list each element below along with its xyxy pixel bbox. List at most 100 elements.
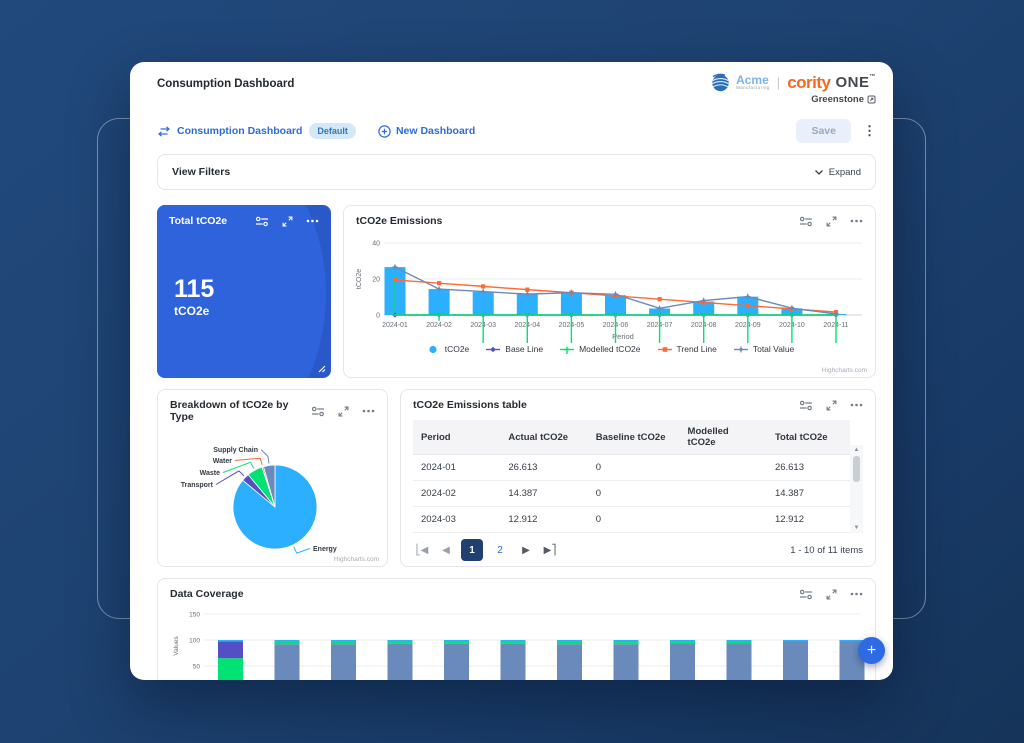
table-pagination: ⎣◀ ◀ 1 2 ▶ ▶⎤ 1 - 10 of 11 items [413,539,863,561]
expand-widget-icon[interactable] [826,216,837,227]
new-dashboard-label: New Dashboard [395,125,476,137]
svg-text:50: 50 [193,664,201,671]
page-title: Consumption Dashboard [157,78,295,90]
acme-logo-subtext: Manufacturing [736,85,770,91]
svg-text:Values: Values [173,636,180,656]
coverage-panel-title: Data Coverage [170,588,244,600]
kpi-unit: tCO2e [174,304,210,318]
resize-handle-icon[interactable] [318,365,326,373]
add-widget-fab[interactable]: + [858,637,885,664]
table-row: 2024-01 26.613 0 26.613 [413,454,850,481]
column-header: Baseline tCO2e [587,420,680,455]
svg-text:Water: Water [213,458,232,465]
emissions-chart: 02040tCO2e2024-01 2024-02 2024-03 2024-04 20… [356,241,862,343]
widget-settings-icon[interactable] [799,216,813,227]
coverage-chart: 150 100 50 Values [173,612,865,680]
next-page-button[interactable]: ▶ [517,545,535,556]
plus-circle-icon [378,124,391,138]
svg-text:2024-02: 2024-02 [426,322,452,329]
table-panel-title: tCO2e Emissions table [413,399,527,411]
svg-text:Waste: Waste [200,470,220,477]
column-header: Actual tCO2e [500,420,588,455]
highcharts-credit[interactable]: Highcharts.com [334,556,379,563]
scroll-up-icon[interactable]: ▲ [854,445,860,455]
widget-settings-icon[interactable] [255,216,269,227]
svg-text:Transport: Transport [181,482,214,489]
new-dashboard-button[interactable]: New Dashboard [378,124,476,138]
pagination-summary: 1 - 10 of 11 items [790,544,863,556]
column-header: Total tCO2e [766,420,850,455]
kpi-value: 115 [174,275,215,303]
svg-text:20: 20 [372,277,380,284]
chart-legend: tCO2e Base Line Modelled tCO2e Trend Line To… [344,344,875,354]
acme-globe-logo [710,72,731,93]
legend-item[interactable]: Total Value [733,344,794,354]
last-page-button[interactable]: ▶⎤ [541,545,559,556]
scrollbar-thumb[interactable] [853,456,860,482]
legend-item[interactable]: tCO2e [425,344,469,354]
table-scrollbar[interactable]: ▲ ▼ [850,445,863,533]
column-header: Modelled tCO2e [679,420,767,455]
expand-widget-icon[interactable] [282,216,293,227]
expand-filters-button[interactable]: Expand [814,167,861,178]
emissions-panel-title: tCO2e Emissions [356,215,443,227]
page-1-button[interactable]: 1 [461,539,483,561]
svg-text:40: 40 [372,241,380,248]
svg-text:Energy: Energy [313,546,337,553]
total-tco2e-card: Total tCO2e 115 tCO2e [157,205,331,378]
svg-text:Supply Chain: Supply Chain [213,447,258,454]
table-row: 2024-03 12.912 0 12.912 [413,506,850,533]
dashboard-link[interactable]: Consumption Dashboard [177,125,302,137]
switch-dashboard-icon[interactable] [157,125,171,137]
greenstone-text: Greenstone [811,94,864,105]
table-row: 2024-02 14.387 0 14.387 [413,480,850,507]
greenstone-icon [867,95,876,104]
emissions-table: Period Actual tCO2e Baseline tCO2e Modelled… [413,420,850,533]
first-page-button[interactable]: ⎣◀ [413,545,431,556]
widget-menu-icon[interactable] [850,219,863,223]
view-filters-title: View Filters [172,166,231,178]
widget-settings-icon[interactable] [799,400,813,411]
emissions-table-panel: tCO2e Emissions table Period Actual tCO2e… [400,389,876,567]
svg-text:0: 0 [376,313,380,320]
save-button[interactable]: Save [796,119,851,143]
cority-one-text: ONE™ [835,74,876,91]
svg-text:100: 100 [189,638,200,645]
legend-item[interactable]: Base Line [485,344,543,354]
brand-divider: | [776,75,781,90]
brand-area: Acme Manufacturing | cority ONE™ Greenst… [710,72,876,105]
widget-menu-icon[interactable] [362,409,375,413]
legend-item[interactable]: Trend Line [657,344,717,354]
pie-chart-panel: Breakdown of tCO2e by Type Energy Transpo… [157,389,388,567]
svg-text:tCO2e: tCO2e [356,269,363,289]
expand-widget-icon[interactable] [826,400,837,411]
svg-text:2024-01: 2024-01 [382,322,408,329]
widget-settings-icon[interactable] [311,406,325,417]
pie-chart: Energy Transport Waste Water Supply Chain [181,447,337,554]
prev-page-button[interactable]: ◀ [437,545,455,556]
expand-label: Expand [828,166,861,178]
scroll-down-icon[interactable]: ▼ [854,523,860,533]
dashboard-toolbar: Consumption Dashboard Default New Dashbo… [157,119,876,143]
expand-widget-icon[interactable] [338,406,349,417]
dashboard-window: Consumption Dashboard Acme Manufacturing… [130,62,893,680]
highcharts-credit[interactable]: Highcharts.com [822,367,867,374]
default-badge: Default [309,123,356,139]
cority-logo-text: cority [787,72,831,92]
legend-item[interactable]: Modelled tCO2e [559,344,641,354]
svg-text:150: 150 [189,612,200,619]
pie-panel-title: Breakdown of tCO2e by Type [170,399,289,423]
column-header: Period [413,420,501,455]
emissions-chart-panel: tCO2e Emissions 0 20 40 tCO2e 2024-01 2024-02… [343,205,876,378]
chevron-down-icon [814,169,824,176]
widget-settings-icon[interactable] [799,589,813,600]
page-2-button[interactable]: 2 [489,539,511,561]
widget-menu-icon[interactable] [850,592,863,596]
kpi-title: Total tCO2e [169,215,228,227]
data-coverage-panel: Data Coverage 150 100 50 Values [157,578,876,680]
widget-menu-icon[interactable] [306,219,319,223]
view-filters-bar[interactable]: View Filters Expand [157,154,876,190]
widget-menu-icon[interactable] [850,403,863,407]
more-options-icon[interactable]: ⋮ [863,123,876,139]
expand-widget-icon[interactable] [826,589,837,600]
